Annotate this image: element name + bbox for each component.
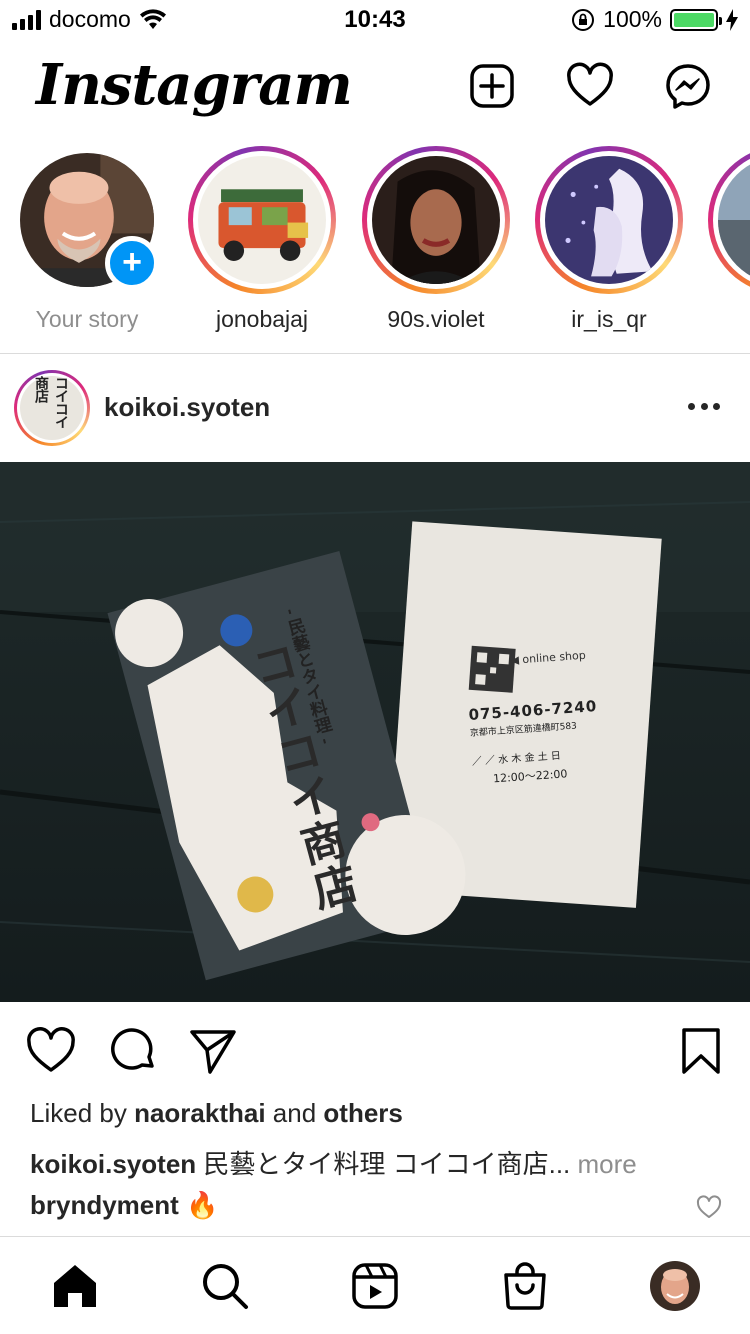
instagram-logo: Instagram (36, 52, 353, 118)
charging-icon (726, 8, 738, 31)
add-story-button[interactable]: + (105, 236, 159, 290)
post-caption: koikoi.syoten 民藝とタイ料理 コイコイ商店... more (30, 1144, 730, 1181)
shop-icon[interactable] (500, 1261, 550, 1311)
messenger-icon[interactable] (664, 62, 712, 110)
story-label: andl (700, 306, 750, 333)
liked-by-user[interactable]: naorakthai (134, 1098, 266, 1128)
post-avatar[interactable]: コイコイ商店 (14, 370, 90, 446)
avatar (198, 156, 326, 284)
story-90s-violet[interactable]: 90s.violet (354, 146, 518, 333)
heart-icon[interactable] (566, 62, 614, 110)
post-image[interactable]: - 民藝とタイ料理 - コイコイ商店 ◀ online shop 075-406… (0, 462, 750, 1002)
caption-more-link[interactable]: more (570, 1149, 637, 1179)
post-actions (0, 1022, 750, 1082)
avatar (372, 156, 500, 284)
stories-tray: + Your story jonobajaj 90s.violet ir_is_… (0, 140, 750, 352)
caption-username[interactable]: koikoi.syoten (30, 1149, 196, 1179)
post-username[interactable]: koikoi.syoten (104, 392, 270, 423)
avatar (718, 156, 750, 284)
more-options-icon[interactable] (688, 396, 720, 416)
story-jonobajaj[interactable]: jonobajaj (180, 146, 344, 333)
avatar (545, 156, 673, 284)
new-post-icon[interactable] (468, 62, 516, 110)
share-icon[interactable] (188, 1026, 238, 1076)
comment-text: 🔥 (178, 1190, 219, 1220)
home-icon[interactable] (50, 1261, 100, 1311)
likes-summary[interactable]: Liked by naorakthai and others (30, 1098, 403, 1129)
avatar: コイコイ商店 (20, 376, 84, 440)
divider (0, 353, 750, 354)
battery-percent: 100% (603, 6, 662, 32)
story-label: ir_is_qr (571, 306, 647, 332)
story-label: Your story (35, 306, 139, 332)
story-andl[interactable]: andl (700, 146, 750, 333)
battery-icon (670, 8, 722, 31)
caption-text: 民藝とタイ料理 コイコイ商店... (196, 1149, 571, 1179)
story-label: jonobajaj (215, 306, 309, 332)
app-header: Instagram (0, 40, 750, 140)
comment-icon[interactable] (108, 1026, 158, 1076)
search-icon[interactable] (200, 1261, 250, 1311)
reels-icon[interactable] (350, 1261, 400, 1311)
comment: bryndyment 🔥 (30, 1190, 218, 1221)
comment-username[interactable]: bryndyment (30, 1190, 179, 1220)
battery-fill (674, 12, 714, 27)
like-icon[interactable] (26, 1026, 76, 1076)
status-bar: docomo 10:43 100% (0, 0, 750, 40)
bottom-nav (0, 1236, 750, 1334)
story-ir-is-qr[interactable]: ir_is_qr (527, 146, 691, 333)
bookmark-icon[interactable] (676, 1026, 726, 1076)
orientation-lock-icon (572, 8, 595, 31)
comment-like-icon[interactable] (696, 1194, 722, 1220)
card-contact-block: 075-406-7240 京都市上京区筋違橋町583 ／ ／ 水 木 金 土 日… (468, 697, 602, 788)
story-label: 90s.violet (387, 306, 485, 332)
liked-by-others[interactable]: others (323, 1098, 402, 1128)
story-your-story[interactable]: + Your story (5, 146, 169, 333)
profile-avatar[interactable] (650, 1261, 700, 1311)
status-right: 100% (571, 6, 738, 33)
business-card-photo (0, 462, 750, 1002)
post-header: コイコイ商店 koikoi.syoten (0, 368, 750, 452)
